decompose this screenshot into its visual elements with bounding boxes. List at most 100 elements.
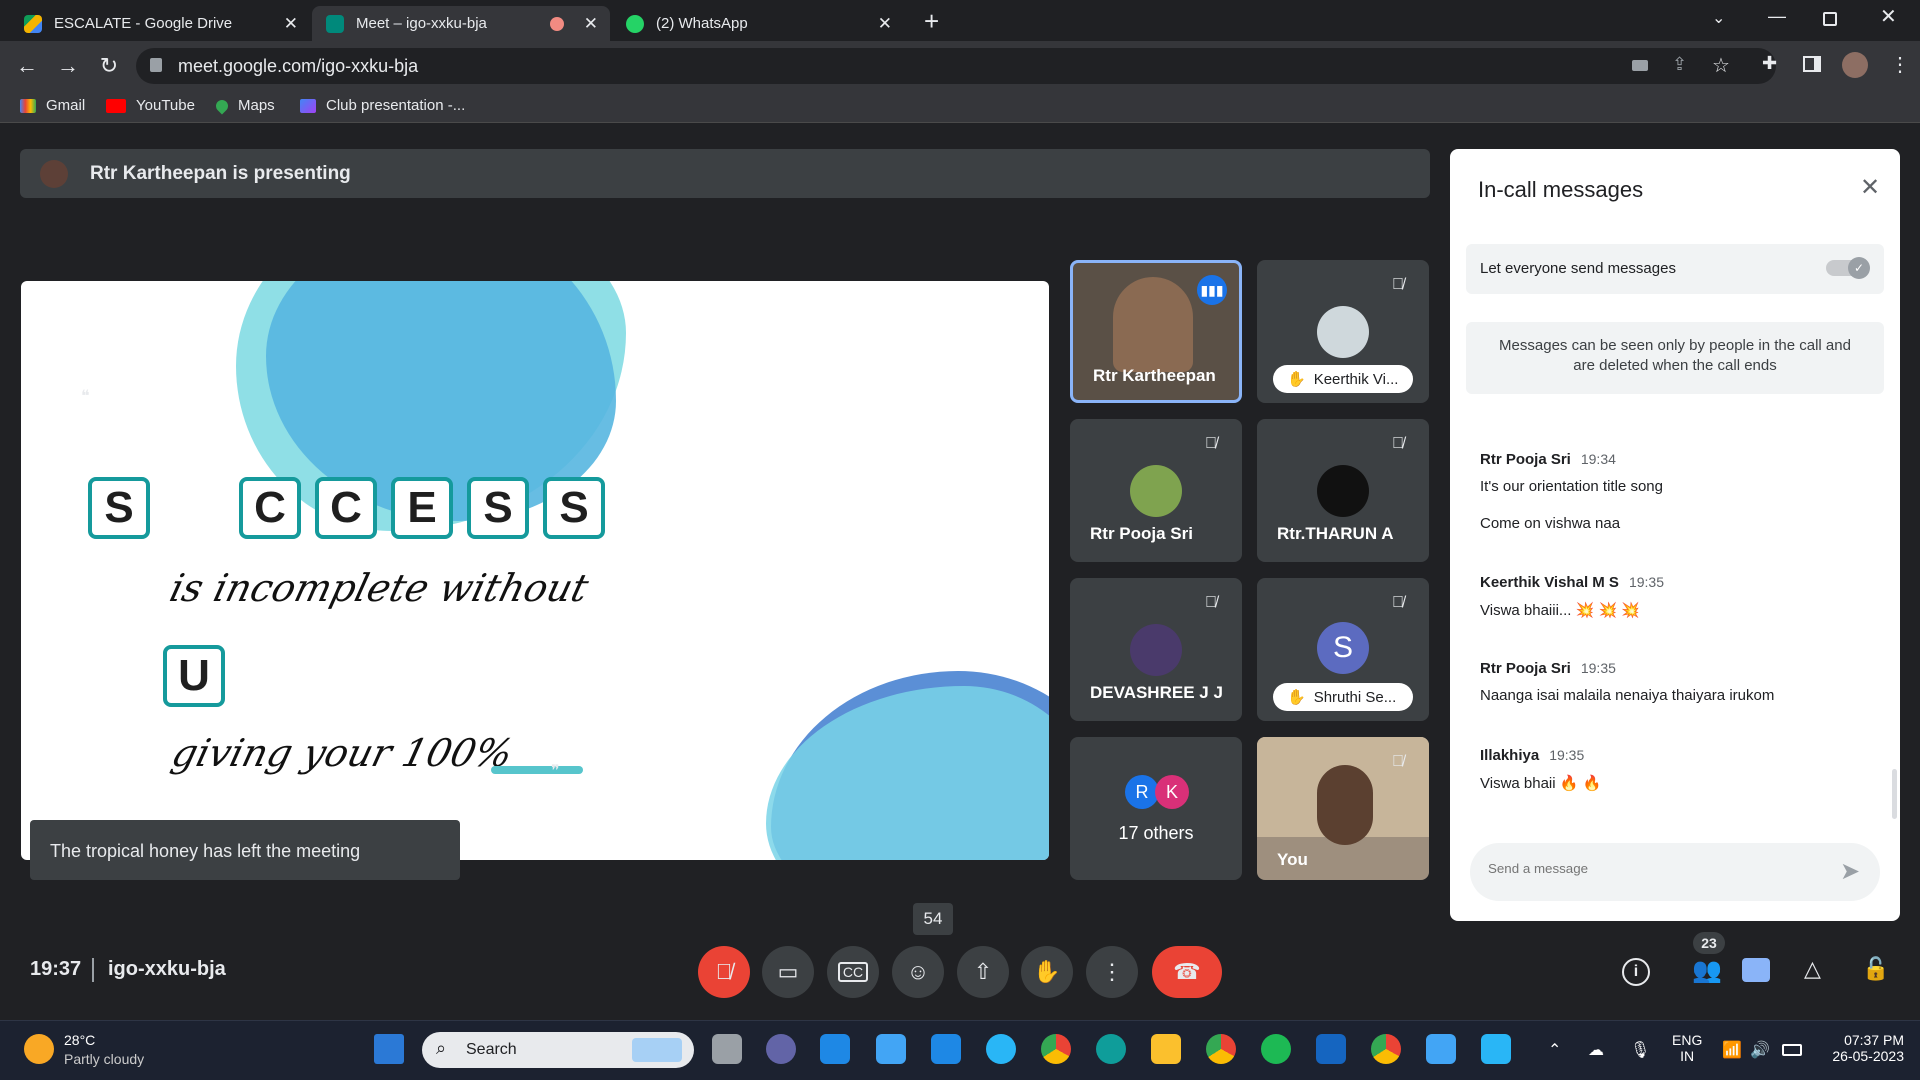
mic-off-icon: 🎙̸ bbox=[715, 959, 733, 984]
chat-icon[interactable] bbox=[1742, 958, 1770, 982]
tab-search-chevron-icon[interactable]: ⌄ bbox=[1712, 8, 1725, 28]
participant-tile[interactable]: 🎙̸ Rtr.THARUN A bbox=[1257, 419, 1429, 562]
more-vert-icon: ⋮ bbox=[1101, 959, 1123, 984]
message-input[interactable] bbox=[1488, 861, 1808, 876]
word-icon[interactable] bbox=[1316, 1034, 1346, 1064]
presentation-slide: ❝ S C C E S S is incomplete without U gi… bbox=[21, 281, 1049, 860]
close-panel-icon[interactable]: ✕ bbox=[1860, 173, 1880, 202]
bookmark-maps[interactable]: Maps bbox=[213, 97, 275, 114]
reactions-button[interactable]: ☺ bbox=[892, 946, 944, 998]
participant-tile-presenter[interactable]: ▮▮▮ Rtr Kartheepan bbox=[1070, 260, 1242, 403]
maps-icon bbox=[213, 97, 231, 114]
side-panel-icon[interactable] bbox=[1803, 56, 1821, 72]
bookmark-youtube[interactable]: YouTube bbox=[106, 97, 195, 114]
slide-letter: S bbox=[543, 477, 605, 539]
chrome-profile-icon[interactable] bbox=[1371, 1034, 1401, 1064]
browser-menu-icon[interactable]: ⋮ bbox=[1890, 52, 1910, 77]
reload-icon[interactable]: ↻ bbox=[95, 52, 123, 80]
captions-button[interactable]: CC bbox=[827, 946, 879, 998]
participant-tile[interactable]: 🎙̸ Rtr Pooja Sri bbox=[1070, 419, 1242, 562]
forward-arrow-icon[interactable]: → bbox=[54, 52, 82, 80]
mail-icon[interactable] bbox=[876, 1034, 906, 1064]
camera-toggle-button[interactable]: ▭ bbox=[762, 946, 814, 998]
weather-icon[interactable] bbox=[24, 1034, 54, 1064]
activities-icon[interactable]: △ bbox=[1804, 956, 1821, 982]
message-time: 19:34 bbox=[1580, 451, 1616, 467]
others-count-label: 17 others bbox=[1118, 823, 1194, 843]
messages-notice: Messages can be seen only by people in t… bbox=[1466, 322, 1884, 394]
present-now-button[interactable]: ⇧ bbox=[957, 946, 1009, 998]
close-tab-icon[interactable]: ✕ bbox=[878, 14, 892, 34]
tab-meet[interactable]: Meet – igo-xxku-bja ✕ bbox=[312, 6, 610, 41]
participant-tile[interactable]: 🎙̸ S ✋ Shruthi Se... bbox=[1257, 578, 1429, 721]
decor-line bbox=[491, 766, 583, 774]
camera-in-use-icon[interactable] bbox=[1632, 60, 1648, 71]
in-call-messages-panel: In-call messages ✕ Let everyone send mes… bbox=[1450, 149, 1900, 921]
message-text: Viswa bhaiii... 💥 💥 💥 bbox=[1480, 602, 1640, 619]
profile-avatar[interactable] bbox=[1842, 52, 1868, 78]
tab-google-drive[interactable]: ESCALATE - Google Drive ✕ bbox=[10, 6, 310, 41]
slides-icon bbox=[300, 98, 316, 113]
send-icon[interactable]: ➤ bbox=[1840, 857, 1860, 886]
restore-window-icon[interactable] bbox=[1823, 12, 1837, 26]
meeting-code: igo-xxku-bja bbox=[108, 958, 226, 980]
telegram-icon[interactable] bbox=[986, 1034, 1016, 1064]
tray-chevron-icon[interactable]: ⌃ bbox=[1548, 1040, 1561, 1060]
notepad-icon[interactable] bbox=[1481, 1034, 1511, 1064]
volume-icon[interactable]: 🔊 bbox=[1750, 1040, 1770, 1060]
leave-call-button[interactable]: ☎ bbox=[1152, 946, 1222, 998]
participant-tile-self[interactable]: 🎙̸ You bbox=[1257, 737, 1429, 880]
minimize-window-icon[interactable]: — bbox=[1768, 6, 1786, 27]
edge-icon[interactable] bbox=[1096, 1034, 1126, 1064]
tray-network-icon[interactable]: ☁ bbox=[1588, 1040, 1604, 1060]
windows-start-icon[interactable] bbox=[374, 1034, 404, 1064]
participant-tile-others[interactable]: R K 17 others bbox=[1070, 737, 1242, 880]
message-input-field[interactable]: ➤ bbox=[1470, 843, 1880, 901]
share-icon[interactable]: ⇪ bbox=[1672, 54, 1687, 75]
close-window-icon[interactable]: ✕ bbox=[1880, 4, 1897, 29]
message-sender: Keerthik Vishal M S 19:35 bbox=[1480, 574, 1664, 591]
tray-mic-icon[interactable]: 🎙 bbox=[1630, 1040, 1650, 1060]
battery-icon[interactable] bbox=[1782, 1044, 1802, 1056]
people-icon[interactable]: 👥 bbox=[1692, 956, 1722, 985]
extensions-puzzle-icon[interactable]: ✚ bbox=[1762, 53, 1777, 74]
system-clock[interactable]: 07:37 PM 26-05-2023 bbox=[1820, 1032, 1904, 1064]
new-tab-button[interactable]: + bbox=[924, 6, 939, 37]
teams-chat-icon[interactable] bbox=[766, 1034, 796, 1064]
close-tab-icon[interactable]: ✕ bbox=[284, 14, 298, 34]
more-options-button[interactable]: ⋮ bbox=[1086, 946, 1138, 998]
taskbar-search-box[interactable]: ⌕ Search bbox=[422, 1032, 694, 1068]
tab-whatsapp[interactable]: (2) WhatsApp ✕ bbox=[612, 6, 904, 41]
participant-avatar: S bbox=[1317, 622, 1369, 674]
chrome-profile-icon[interactable] bbox=[1206, 1034, 1236, 1064]
camera-icon: ▭ bbox=[777, 959, 799, 984]
language-indicator[interactable]: ENG IN bbox=[1672, 1032, 1702, 1064]
bookmark-gmail[interactable]: Gmail bbox=[20, 97, 85, 114]
dropbox-icon[interactable] bbox=[931, 1034, 961, 1064]
scrollbar-thumb[interactable] bbox=[1892, 769, 1897, 819]
participant-tile[interactable]: 🎙̸ ✋ Keerthik Vi... bbox=[1257, 260, 1429, 403]
host-controls-lock-icon[interactable]: 🔓 bbox=[1862, 956, 1889, 982]
meeting-details-icon[interactable]: i bbox=[1622, 958, 1650, 986]
spotify-icon[interactable] bbox=[1261, 1034, 1291, 1064]
bookmark-star-icon[interactable]: ☆ bbox=[1712, 53, 1730, 78]
mic-toggle-button[interactable]: 🎙̸ bbox=[698, 946, 750, 998]
participant-tile[interactable]: 🎙̸ DEVASHREE J J bbox=[1070, 578, 1242, 721]
close-tab-icon[interactable]: ✕ bbox=[584, 14, 598, 34]
chrome-icon[interactable] bbox=[1041, 1034, 1071, 1064]
wifi-icon[interactable]: 📶 bbox=[1722, 1040, 1742, 1060]
back-arrow-icon[interactable]: ← bbox=[13, 52, 41, 80]
self-video bbox=[1317, 765, 1373, 845]
raise-hand-button[interactable]: ✋ bbox=[1021, 946, 1073, 998]
participant-avatar bbox=[1317, 465, 1369, 517]
url-text[interactable]: meet.google.com/igo-xxku-bja bbox=[178, 56, 418, 77]
bookmark-club-presentation[interactable]: Club presentation -... bbox=[300, 97, 465, 114]
search-label: Search bbox=[466, 1041, 517, 1058]
file-explorer-icon[interactable] bbox=[1151, 1034, 1181, 1064]
task-view-icon[interactable] bbox=[712, 1034, 742, 1064]
decor-blob bbox=[766, 686, 1049, 860]
participant-avatar bbox=[1317, 306, 1369, 358]
hp-app-icon[interactable] bbox=[820, 1034, 850, 1064]
photos-icon[interactable] bbox=[1426, 1034, 1456, 1064]
bookmarks-bar bbox=[0, 91, 1920, 123]
